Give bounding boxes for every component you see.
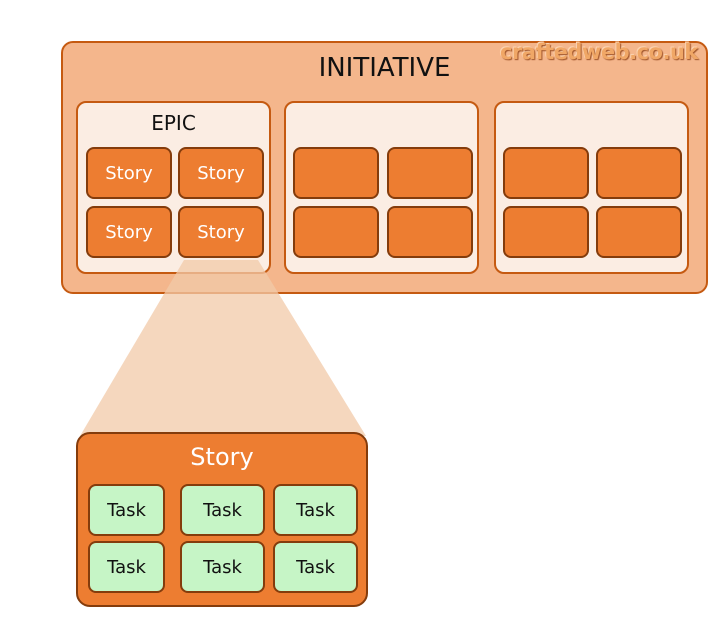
- story-detail-title: Story: [190, 443, 254, 471]
- epic-3-story-4: [596, 206, 682, 258]
- epic-2-story-2: [387, 147, 473, 199]
- task-2: Task: [180, 484, 265, 536]
- task-6: Task: [273, 541, 358, 593]
- epic-2-story-3: [293, 206, 379, 258]
- epic-3-story-2: [596, 147, 682, 199]
- task-5: Task: [180, 541, 265, 593]
- epic-2-story-1: [293, 147, 379, 199]
- epic-3-story-1: [503, 147, 589, 199]
- epic-1-story-4: Story: [178, 206, 264, 258]
- epic-title-1: EPIC: [151, 111, 196, 135]
- epic-1-story-3: Story: [86, 206, 172, 258]
- epic-2-story-4: [387, 206, 473, 258]
- task-4: Task: [88, 541, 165, 593]
- task-3: Task: [273, 484, 358, 536]
- epic-3-story-3: [503, 206, 589, 258]
- epic-1-story-2: Story: [178, 147, 264, 199]
- epic-1-story-1: Story: [86, 147, 172, 199]
- watermark: craftedweb.co.uk: [500, 40, 698, 64]
- task-1: Task: [88, 484, 165, 536]
